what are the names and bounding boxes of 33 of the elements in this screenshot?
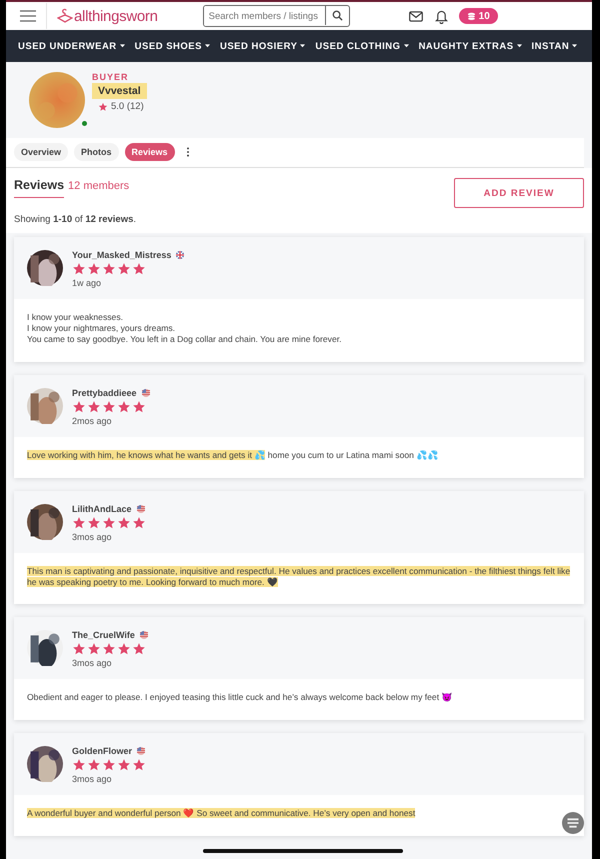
tab[interactable]: Overview [14, 143, 68, 161]
review-time: 2mos ago [72, 416, 113, 426]
category-link[interactable]: USED HOSIERY [220, 40, 306, 52]
tab[interactable]: Photos [74, 143, 119, 161]
reviewer-name[interactable]: Your_Masked_Mistress [72, 250, 172, 260]
review-text: This man is captivating and passionate, inquisitive and respectful. He values and practices excellent communication - the filthiest things felt like he was speaking poetry to me. Looking forward to much more. 🖤 [27, 566, 571, 588]
review-time: 3mos ago [72, 774, 113, 784]
reviewer-name[interactable]: The_CruelWife [72, 630, 135, 640]
category-link[interactable]: USED UNDERWEAR [18, 40, 125, 52]
review-text: Love working with him, he knows what he wants and gets it 💦 home you cum to ur Latina mami soon 💦💦 [27, 450, 440, 461]
username: Vvvestal [92, 83, 147, 99]
review-time: 1w ago [72, 278, 102, 288]
tokens-button[interactable]: 10 [458, 8, 498, 24]
section-title: Reviews [14, 178, 64, 198]
review-text: I know your weaknesses. I know your nightmares, yours dreams. You came to say goodbye. You left in a Dog collar and chain. You are mine forever. [27, 312, 343, 345]
rating-text: 5.0 (12) [111, 101, 144, 112]
role-label: BUYER [92, 72, 129, 82]
category-link[interactable]: INSTAN [532, 40, 578, 52]
category-link[interactable]: USED SHOES [134, 40, 210, 52]
tab[interactable]: Reviews [124, 143, 175, 161]
review-text: Obedient and eager to please. I enjoyed teasing this little cuck and he’s always welcome back below my feet 😈 [27, 692, 454, 704]
review-time: 3mos ago [72, 658, 113, 668]
reviewer-name[interactable]: Prettybaddieee [72, 388, 137, 398]
category-link[interactable]: NAUGHTY EXTRAS [418, 40, 522, 52]
member-count: 12 members [68, 180, 130, 192]
results-count: Showing 1-10 of 12 reviews. [6, 208, 592, 233]
category-link[interactable]: USED CLOTHING [315, 40, 409, 52]
reviewer-name[interactable]: GoldenFlower [72, 746, 132, 756]
search-field[interactable]: Search members / listings [202, 5, 350, 27]
site-logo[interactable]: allthingsworn [74, 8, 158, 24]
add-review-button[interactable]: ADD REVIEW [454, 178, 584, 208]
review-time: 3mos ago [72, 532, 113, 542]
reviewer-name[interactable]: LilithAndLace [72, 504, 132, 514]
